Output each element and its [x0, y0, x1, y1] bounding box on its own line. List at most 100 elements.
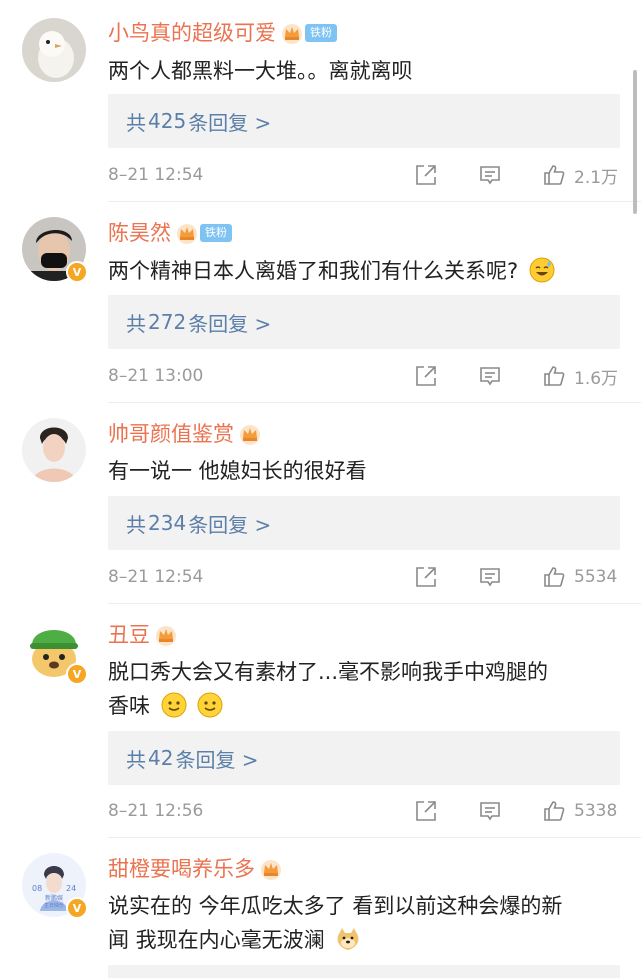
comment-icon[interactable] — [478, 163, 502, 187]
username[interactable]: 丑豆 — [108, 620, 150, 650]
view-replies-button[interactable]: 共 234 条回复 > — [108, 496, 620, 550]
view-replies-button[interactable]: 共 425 条回复 > — [108, 94, 620, 148]
thumbs-up-icon[interactable] — [542, 799, 566, 823]
comment-text-content: 有一说一 他媳妇长的很好看 — [108, 459, 367, 483]
crown-icon — [282, 24, 302, 44]
thumbs-up-icon[interactable] — [542, 565, 566, 589]
avatar-image — [22, 418, 86, 482]
like-count: 5534 — [574, 567, 618, 587]
share-icon[interactable] — [414, 364, 438, 388]
avatar-text-right: 24 — [66, 884, 76, 893]
reply-prefix: 共 — [126, 311, 146, 336]
comment-text: 有一说一 他媳妇长的很好看 — [108, 454, 623, 488]
comment-text-content: 闻 我现在内心毫无波澜 — [108, 928, 325, 952]
divider — [108, 201, 641, 202]
divider — [108, 603, 641, 604]
reply-suffix: 条回复 > — [188, 110, 272, 135]
fan-badge: 铁粉 — [305, 24, 337, 42]
verified-badge-icon: V — [66, 897, 88, 919]
comment-text-line: 脱口秀大会又有素材了...毫不影响我手中鸡腿的 — [108, 660, 549, 684]
reply-suffix: 条回复 > — [188, 512, 272, 537]
verified-badge-icon: V — [66, 663, 88, 685]
divider — [108, 837, 641, 838]
avatar[interactable] — [22, 418, 86, 482]
avatar-image — [22, 18, 86, 82]
like-count: 2.1万 — [574, 167, 619, 188]
like-count: 5338 — [574, 801, 618, 821]
timestamp: 8–21 12:54 — [108, 165, 204, 185]
username[interactable]: 帅哥颜值鉴赏 — [108, 419, 234, 449]
comment-text-content: 两个人都黑料一大堆。。离就离呗 — [108, 59, 413, 83]
crown-icon — [156, 626, 176, 646]
meta-row: 8–21 12:54 5534 — [108, 562, 620, 592]
fan-badge: 铁粉 — [200, 224, 232, 242]
doge-emoji — [337, 928, 359, 950]
share-icon[interactable] — [414, 799, 438, 823]
smile-emoji — [161, 692, 187, 718]
timestamp: 8–21 13:00 — [108, 366, 204, 386]
username[interactable]: 陈昊然 — [108, 218, 171, 248]
meta-row: 8–21 12:54 2.1万 — [108, 160, 620, 190]
scrollbar[interactable] — [633, 70, 637, 214]
avatar-text-left: 08 — [32, 884, 42, 893]
thumbs-up-icon[interactable] — [542, 364, 566, 388]
view-replies-button[interactable]: 共 272 条回复 > — [108, 295, 620, 349]
comment-text-line: 闻 我现在内心毫无波澜 — [108, 923, 623, 957]
verified-badge-icon: V — [66, 261, 88, 283]
comment-icon[interactable] — [478, 799, 502, 823]
divider — [108, 402, 641, 403]
crown-icon — [261, 860, 281, 880]
username[interactable]: 甜橙要喝养乐多 — [108, 854, 255, 884]
comment-text: 脱口秀大会又有素材了...毫不影响我手中鸡腿的 香味 — [108, 655, 623, 723]
reply-suffix: 条回复 > — [188, 311, 272, 336]
thumbs-up-icon[interactable] — [542, 163, 566, 187]
timestamp: 8–21 12:56 — [108, 801, 204, 821]
avatar[interactable]: 新鹏娱 08 24 生日快乐 V — [22, 853, 88, 919]
reply-count: 272 — [148, 310, 187, 334]
reply-suffix: 条回复 > — [175, 747, 259, 772]
comment-icon[interactable] — [478, 565, 502, 589]
crown-icon — [177, 224, 197, 244]
meta-row: 8–21 13:00 1.6万 — [108, 361, 620, 391]
comment-text: 说实在的 今年瓜吃太多了 看到以前这种会爆的新 闻 我现在内心毫无波澜 — [108, 889, 623, 957]
name-row: 甜橙要喝养乐多 — [108, 854, 283, 884]
avatar-text-top: 新鹏娱 — [45, 894, 63, 902]
action-bar: 5534 — [414, 562, 620, 592]
action-bar: 2.1万 — [414, 160, 620, 190]
reply-prefix: 共 — [126, 512, 146, 537]
timestamp: 8–21 12:54 — [108, 567, 204, 587]
avatar-text-bottom: 生日快乐 — [44, 902, 64, 909]
reply-count: 42 — [148, 746, 174, 770]
comment-text: 两个人都黑料一大堆。。离就离呗 — [108, 54, 623, 88]
comment-text-line: 香味 — [108, 689, 623, 723]
comment-feed: 小鸟真的超级可爱 铁粉 两个人都黑料一大堆。。离就离呗 共 425 条回复 > … — [0, 0, 641, 978]
meta-row: 8–21 12:56 5338 — [108, 796, 620, 826]
reply-count: 234 — [148, 511, 187, 535]
avatar[interactable] — [22, 18, 86, 82]
share-icon[interactable] — [414, 565, 438, 589]
name-row: 陈昊然 铁粉 — [108, 218, 232, 248]
name-row: 小鸟真的超级可爱 铁粉 — [108, 18, 337, 48]
sweat-smile-emoji — [529, 257, 555, 283]
name-row: 帅哥颜值鉴赏 — [108, 419, 262, 449]
view-replies-button[interactable] — [108, 965, 620, 978]
share-icon[interactable] — [414, 163, 438, 187]
reply-prefix: 共 — [126, 110, 146, 135]
action-bar: 5338 — [414, 796, 620, 826]
comment-text-content: 香味 — [108, 694, 150, 718]
view-replies-button[interactable]: 共 42 条回复 > — [108, 731, 620, 785]
action-bar: 1.6万 — [414, 361, 620, 391]
crown-icon — [240, 425, 260, 445]
avatar[interactable]: V — [22, 619, 88, 685]
comment-text-content: 两个精神日本人离婚了和我们有什么关系呢? — [108, 259, 519, 283]
avatar[interactable]: V — [22, 217, 88, 283]
like-count: 1.6万 — [574, 368, 619, 389]
reply-prefix: 共 — [126, 747, 146, 772]
name-row: 丑豆 — [108, 620, 178, 650]
comment-icon[interactable] — [478, 364, 502, 388]
username[interactable]: 小鸟真的超级可爱 — [108, 18, 276, 48]
comment-text: 两个精神日本人离婚了和我们有什么关系呢? — [108, 254, 623, 288]
reply-count: 425 — [148, 109, 187, 133]
smile-emoji — [197, 692, 223, 718]
comment-text-line: 说实在的 今年瓜吃太多了 看到以前这种会爆的新 — [108, 894, 563, 918]
